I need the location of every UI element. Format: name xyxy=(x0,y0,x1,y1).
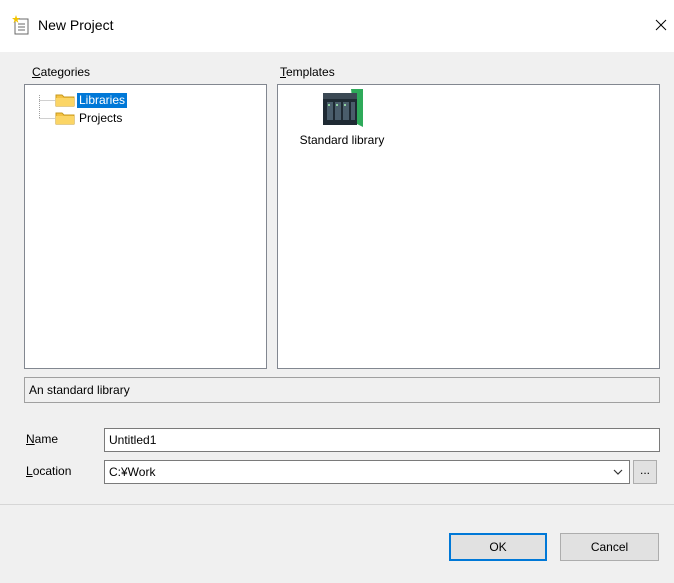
location-combobox[interactable]: C:¥Work xyxy=(104,460,630,484)
categories-label: Categories xyxy=(32,65,91,79)
category-label: Libraries xyxy=(77,92,128,108)
name-label: Name xyxy=(26,432,59,446)
category-item-libraries[interactable]: Libraries xyxy=(55,92,128,108)
description-box: An standard library xyxy=(24,377,660,403)
footer-separator xyxy=(0,504,674,505)
templates-list[interactable]: Standard library xyxy=(277,84,660,369)
ok-button[interactable]: OK xyxy=(449,533,547,561)
cancel-button[interactable]: Cancel xyxy=(560,533,659,561)
browse-button[interactable]: ... xyxy=(633,460,657,484)
window-title: New Project xyxy=(38,17,114,33)
new-project-icon xyxy=(12,15,29,35)
category-label: Projects xyxy=(79,110,123,125)
folder-icon xyxy=(55,112,75,125)
location-label: Location xyxy=(26,464,72,478)
close-icon xyxy=(655,19,667,31)
close-button[interactable] xyxy=(648,10,674,40)
template-item-standard-library[interactable]: Standard library xyxy=(290,87,394,147)
template-label: Standard library xyxy=(299,133,385,147)
title-bar: New Project xyxy=(0,0,674,52)
chevron-down-icon[interactable] xyxy=(613,468,623,476)
name-input[interactable]: Untitled1 xyxy=(104,428,660,452)
standard-library-icon xyxy=(323,89,363,127)
location-value: C:¥Work xyxy=(109,465,156,479)
templates-label: Templates xyxy=(280,65,335,79)
categories-tree[interactable]: Libraries Projects xyxy=(24,84,267,369)
category-item-projects[interactable]: Projects xyxy=(55,110,124,126)
name-value: Untitled1 xyxy=(109,433,157,447)
folder-icon xyxy=(55,94,75,107)
